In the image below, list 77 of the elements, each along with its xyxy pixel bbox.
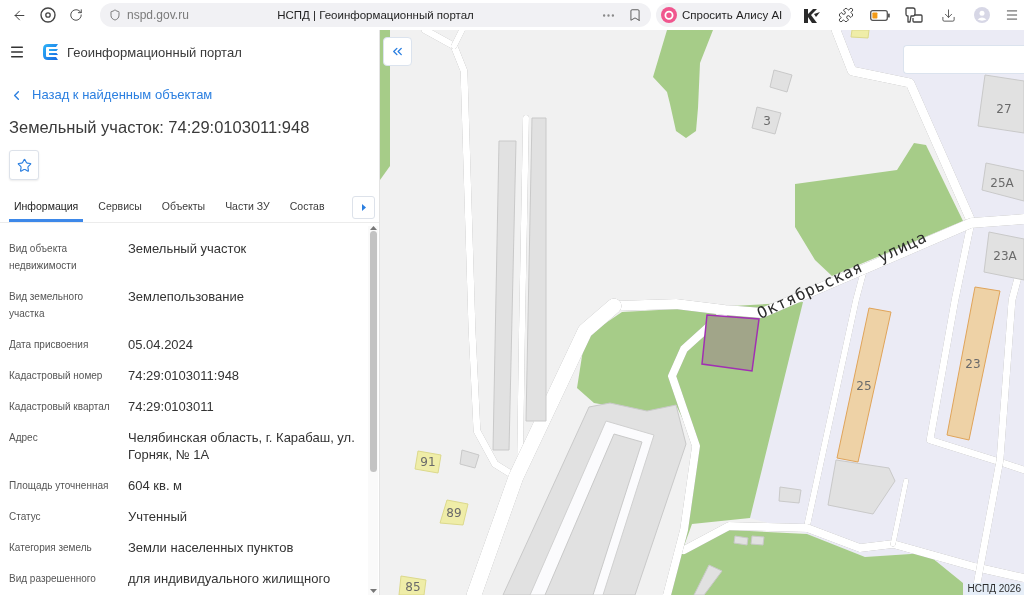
bookmark-icon[interactable] <box>628 8 642 22</box>
menu-icon[interactable] <box>9 44 25 60</box>
building <box>750 535 765 546</box>
property-value: 74:29:0103011:948 <box>128 367 241 384</box>
building <box>439 499 469 526</box>
building <box>398 575 427 595</box>
address-url: nspd.gov.ru <box>127 8 189 22</box>
object-title: Земельный участок: 74:29:0103011:948 <box>9 117 310 137</box>
property-label: Кадастровый номер <box>9 369 104 383</box>
portal-title: Геоинформационный портал <box>67 44 242 60</box>
property-label: Категория земель <box>9 541 93 555</box>
building <box>733 535 749 546</box>
tab[interactable]: Информация <box>9 192 84 222</box>
tab[interactable]: Части ЗУ <box>220 192 275 222</box>
assistant-icon <box>661 7 677 23</box>
property-label: Вид разрешенного <box>9 572 97 586</box>
puzzle-icon[interactable] <box>838 7 855 23</box>
back-icon[interactable] <box>12 7 27 23</box>
extension-logo-icon[interactable] <box>804 7 821 23</box>
favorite-button[interactable] <box>9 150 39 180</box>
scrollbar-thumb[interactable] <box>369 231 377 472</box>
building-number: 85 <box>405 580 421 594</box>
building <box>977 74 1024 134</box>
reload-icon[interactable] <box>69 8 83 22</box>
property-value: 05.04.2024 <box>128 336 195 353</box>
property-value: Землепользование <box>128 288 245 306</box>
building-number: 91 <box>420 455 436 469</box>
page-title: НСПД | Геоинформационный портал <box>277 9 474 21</box>
property-value: Земли населенных пунктов <box>128 539 295 556</box>
download-icon[interactable] <box>940 7 956 23</box>
building <box>459 449 480 469</box>
property-label: Вид объекта недвижимости <box>9 242 78 273</box>
collapse-panel-button[interactable] <box>383 37 412 66</box>
building-number: 25 <box>856 379 872 393</box>
property-label: Площадь уточненная <box>9 479 110 493</box>
building-number: 23 <box>965 357 981 371</box>
tab[interactable]: Состав <box>284 192 330 222</box>
building <box>751 106 782 135</box>
property-label: Адрес <box>9 431 39 445</box>
assistant-button[interactable]: Спросить Алису AI <box>656 3 792 27</box>
property-value: 74:29:0103011 <box>128 398 215 415</box>
building-number: 23А <box>993 249 1017 263</box>
tab[interactable]: Сервисы <box>93 192 147 222</box>
star-icon <box>16 157 32 173</box>
shield-icon[interactable] <box>109 9 121 21</box>
building-number: 27 <box>996 102 1012 116</box>
property-label: Вид земельного участка <box>9 290 85 321</box>
building-number: 3 <box>763 114 771 128</box>
building-number: 89 <box>446 506 462 520</box>
tabs-scroll-button[interactable] <box>352 195 375 219</box>
property-value: 604 кв. м <box>128 477 184 494</box>
building <box>414 450 442 474</box>
building <box>983 231 1024 281</box>
building <box>769 69 793 93</box>
property-value: Земельный участок <box>128 240 248 258</box>
property-value: для индивидуального жилищного <box>128 570 332 587</box>
map-attribution: НСПД 2026 <box>964 583 1024 595</box>
tab[interactable]: Объекты <box>156 192 211 222</box>
portal-logo-icon <box>43 43 59 61</box>
building-number: 25А <box>990 176 1014 190</box>
property-label: Кадастровый квартал <box>9 400 111 414</box>
building <box>778 486 802 504</box>
building <box>981 162 1024 202</box>
building <box>693 564 723 595</box>
map-search-field[interactable] <box>903 45 1024 74</box>
browser-logo-icon[interactable] <box>40 7 56 23</box>
extension-icon[interactable] <box>905 7 924 23</box>
battery-icon[interactable] <box>870 9 891 21</box>
back-link[interactable]: Назад к найденным объектам <box>9 87 213 103</box>
property-label: Статус <box>9 510 42 524</box>
scroll-down-icon[interactable] <box>369 589 377 593</box>
caret-right-icon <box>361 203 366 211</box>
property-value: Учтенный <box>128 508 189 525</box>
property-label: Дата присвоения <box>9 338 90 352</box>
address-bar[interactable]: nspd.gov.ru НСПД | Геоинформационный портал <box>100 3 651 27</box>
property-value: Челябинская область, г. Карабаш, ул. Горняк, № 1А <box>128 429 356 463</box>
scrollbar[interactable] <box>368 226 378 595</box>
